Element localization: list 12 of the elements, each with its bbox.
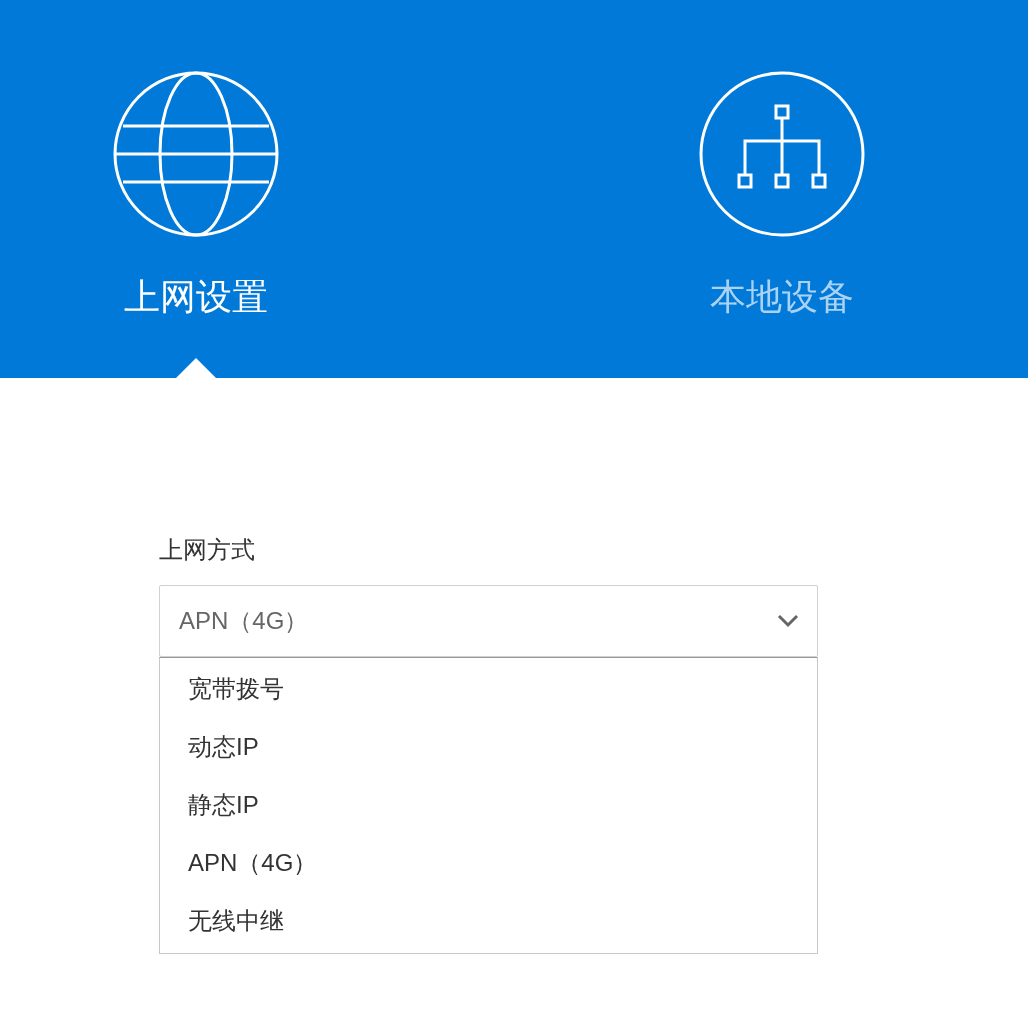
select-field[interactable]: APN（4G） bbox=[159, 585, 818, 657]
dropdown-option[interactable]: 动态IP bbox=[160, 718, 817, 776]
dropdown-option[interactable]: 宽带拨号 bbox=[160, 660, 817, 718]
tab[interactable]: 上网设置 bbox=[113, 71, 279, 319]
globe-icon bbox=[113, 71, 279, 237]
chevron-down-icon bbox=[777, 614, 799, 628]
dropdown-option[interactable]: APN（4G） bbox=[160, 834, 817, 892]
tab-pointer bbox=[176, 358, 216, 378]
dropdown-option[interactable]: 无线中继 bbox=[160, 892, 817, 950]
network-icon bbox=[699, 71, 865, 237]
field-label: 上网方式 bbox=[159, 535, 256, 565]
dropdown-option[interactable]: 静态IP bbox=[160, 776, 817, 834]
